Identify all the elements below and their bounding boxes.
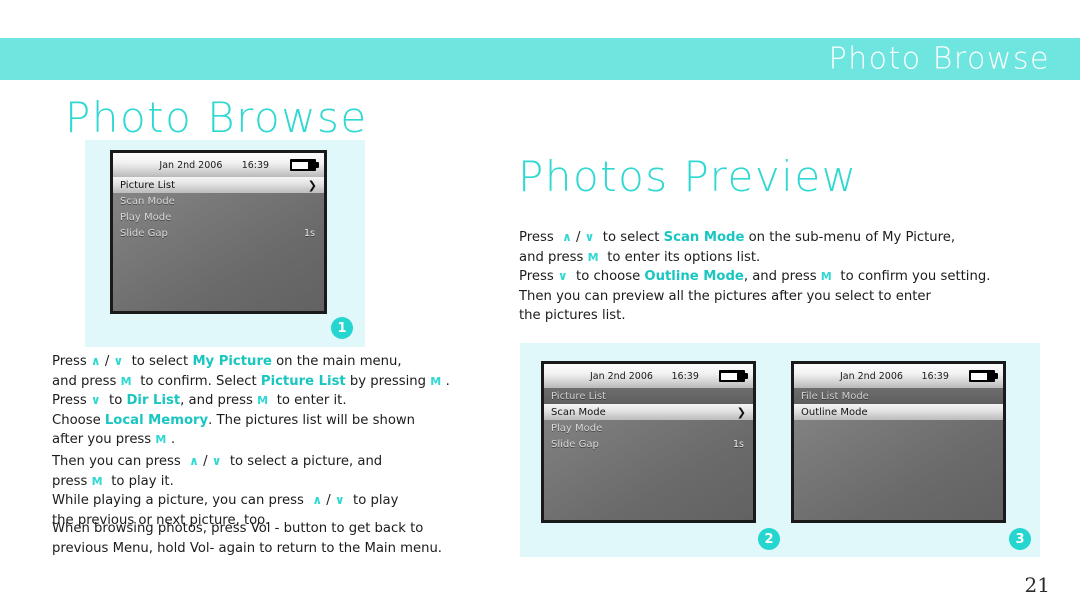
menu-item-label: Slide Gap <box>551 438 599 450</box>
step-badge-3: 3 <box>1009 528 1031 550</box>
m-key-icon: M <box>155 433 167 446</box>
chevron-key-icon: ∧ <box>189 454 199 468</box>
battery-icon <box>969 370 998 382</box>
device-menu-2: Picture List Scan Mode ❯ Play Mode Slide Gap… <box>544 388 753 452</box>
menu-item-label: Outline Mode <box>801 406 868 418</box>
chevron-key-icon: ∨ <box>211 454 222 468</box>
battery-fill <box>292 161 308 169</box>
status-date: Jan 2nd 2006 <box>589 370 653 382</box>
highlighted-term: Picture List <box>260 373 346 389</box>
chevron-key-icon: ∧ <box>90 354 101 368</box>
device-screen-body: Jan 2nd 2006 16:39 File List Mode Outline… <box>794 364 1003 520</box>
status-time: 16:39 <box>921 370 949 382</box>
menu-item-value: 1s <box>733 438 744 450</box>
status-time: 16:39 <box>671 370 699 382</box>
chevron-key-icon: ∨ <box>557 269 568 283</box>
battery-icon <box>290 159 319 171</box>
page-number: 21 <box>1024 573 1050 597</box>
highlighted-term: My Picture <box>192 354 272 369</box>
menu-item[interactable]: File List Mode <box>794 388 1003 404</box>
battery-fill <box>721 372 737 380</box>
chevron-key-icon: ∧ <box>562 230 572 244</box>
menu-item[interactable]: Scan Mode <box>113 193 324 209</box>
menu-item-label: File List Mode <box>801 390 869 402</box>
status-bar: Jan 2nd 2006 16:39 <box>113 153 324 177</box>
chevron-key-icon: ∨ <box>334 493 345 507</box>
menu-item[interactable]: Play Mode <box>544 420 753 436</box>
chevron-key-icon: ∧ <box>312 493 323 507</box>
banner-title: Photo Browse <box>828 41 1050 77</box>
m-key-icon: M <box>587 250 599 264</box>
status-date: Jan 2nd 2006 <box>839 370 903 382</box>
step-badge-1: 1 <box>331 317 353 339</box>
device-screen-3: Jan 2nd 2006 16:39 File List Mode Outline… <box>791 361 1006 523</box>
menu-item-label: Play Mode <box>551 422 603 434</box>
device-screen-body: Jan 2nd 2006 16:39 Picture List Scan Mode… <box>544 364 753 520</box>
menu-item-label: Scan Mode <box>551 406 606 418</box>
menu-item[interactable]: Picture List <box>544 388 753 404</box>
battery-icon <box>719 370 748 382</box>
device-menu-1: Picture List ❯ Scan Mode Play Mode Slide Gap… <box>113 177 324 241</box>
highlighted-term: Local Memory <box>104 412 209 428</box>
status-date: Jan 2nd 2006 <box>159 159 223 171</box>
m-key-icon: M <box>430 374 442 388</box>
chevron-right-icon: ❯ <box>736 405 746 419</box>
highlighted-term: Outline Mode <box>644 269 744 284</box>
chevron-key-icon: ∨ <box>584 230 595 244</box>
menu-item-value: 1s <box>304 227 315 239</box>
highlighted-term: Dir List <box>126 393 181 408</box>
highlighted-term: Scan Mode <box>663 230 745 245</box>
menu-item[interactable]: Scan Mode ❯ <box>544 404 753 420</box>
status-bar: Jan 2nd 2006 16:39 <box>544 364 753 388</box>
page-title-left: Photo Browse <box>65 93 368 142</box>
device-screen-1: Jan 2nd 2006 16:39 Picture List ❯ Scan Mod… <box>110 150 327 314</box>
battery-fill <box>971 372 987 380</box>
top-banner: Photo Browse <box>0 38 1080 80</box>
chevron-key-icon: ∨ <box>113 354 124 368</box>
menu-item-label: Play Mode <box>120 211 172 223</box>
menu-item-label: Scan Mode <box>120 195 175 207</box>
menu-item[interactable]: Slide Gap 1s <box>113 225 324 241</box>
instruction-paragraph-right: Press ∧ / ∨ to select Scan Mode on the s… <box>519 230 991 323</box>
status-bar: Jan 2nd 2006 16:39 <box>794 364 1003 388</box>
device-menu-3: File List Mode Outline Mode <box>794 388 1003 420</box>
m-key-icon: M <box>120 374 132 388</box>
instruction-paragraph-1: Press ∧ / ∨ to select My Picture on the … <box>52 354 450 447</box>
m-key-icon: M <box>91 474 103 488</box>
instruction-paragraph-3: When browsing photos, press Vol - button… <box>52 521 442 556</box>
m-key-icon: M <box>820 270 833 283</box>
chevron-key-icon: ∨ <box>90 393 101 407</box>
page-title-right: Photos Preview <box>518 152 858 201</box>
menu-item[interactable]: Picture List ❯ <box>113 177 324 193</box>
menu-item[interactable]: Slide Gap 1s <box>544 436 753 452</box>
device-screen-body: Jan 2nd 2006 16:39 Picture List ❯ Scan Mod… <box>113 153 324 311</box>
m-key-icon: M <box>257 394 269 407</box>
status-time: 16:39 <box>241 159 270 171</box>
menu-item-label: Slide Gap <box>120 227 168 239</box>
menu-item-label: Picture List <box>120 179 176 191</box>
menu-item-label: Picture List <box>551 390 607 402</box>
menu-item[interactable]: Play Mode <box>113 209 324 225</box>
menu-item[interactable]: Outline Mode <box>794 404 1003 420</box>
chevron-right-icon: ❯ <box>307 178 317 192</box>
step-badge-2: 2 <box>758 528 780 550</box>
device-screen-2: Jan 2nd 2006 16:39 Picture List Scan Mode… <box>541 361 756 523</box>
